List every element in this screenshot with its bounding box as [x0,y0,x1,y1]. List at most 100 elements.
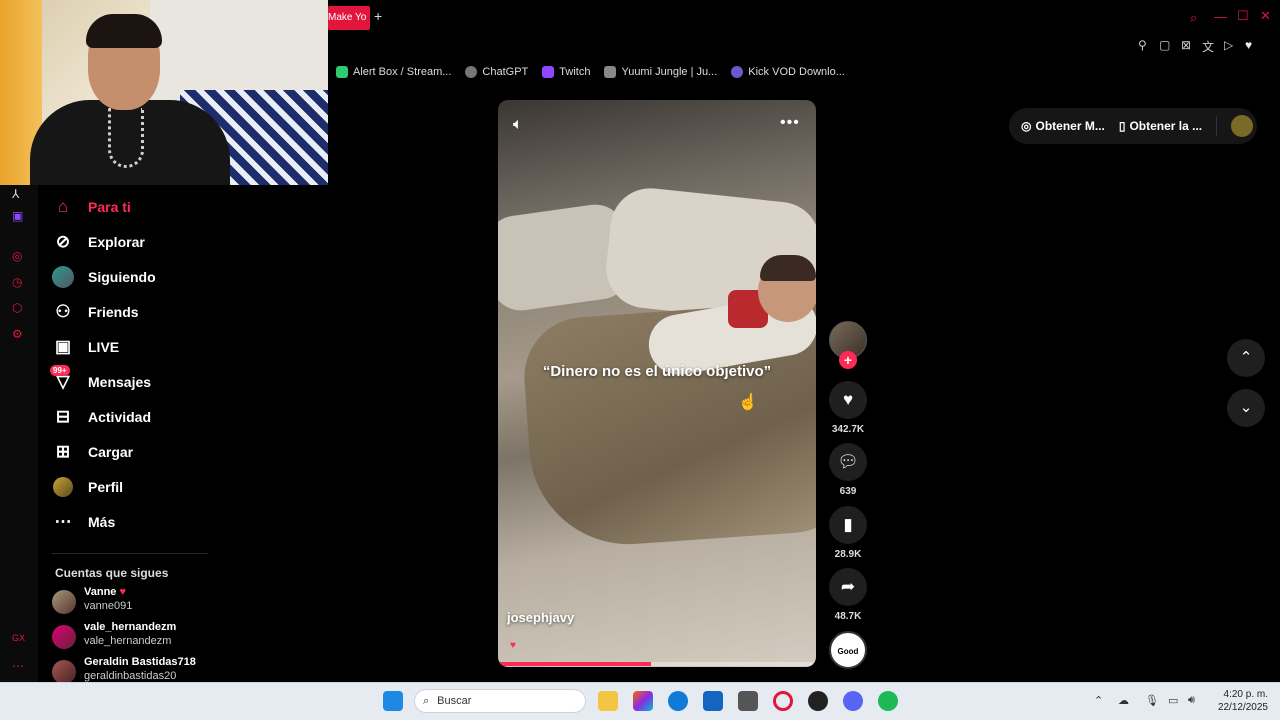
windows-start-icon[interactable] [383,691,403,711]
nav-item-mensajes[interactable]: ▽ 99+ Mensajes [50,365,151,394]
activity-icon: ⊟ [55,407,71,426]
bookmark-alert-box[interactable]: Alert Box / Stream... [336,66,451,78]
nav-item-explorar[interactable]: ⊘ Explorar [52,230,145,254]
get-app-button[interactable]: ◎ Obtener M... [1021,119,1105,133]
app-icon: ◎ [1021,119,1032,133]
video-player[interactable]: 🔈︎ ••• “Dinero no es el único objetivo” … [498,100,816,667]
alertbox-icon [336,66,348,78]
comment-icon: 💬︎ [829,443,867,481]
avatar [52,590,76,614]
taskbar-search[interactable]: ⌕ Buscar [414,689,586,713]
nav-item-siguiendo[interactable]: Siguiendo [52,265,156,289]
phone-icon: ▯ [1118,119,1126,133]
taskbar-clock[interactable]: 4:20 p. m. 22/12/2025 [1210,688,1268,714]
following-account[interactable]: vale_hernandezm vale_hernandezm [52,621,176,649]
bookmark-yuumi[interactable]: Yuumi Jungle | Ju... [604,66,717,78]
share-icon: ➦ [829,568,867,606]
avatar [52,625,76,649]
browser-title-bar [328,0,1280,36]
webcam-overlay [0,0,328,185]
record-icon[interactable]: ◎ [12,249,22,263]
display-icon[interactable]: ▭ [1168,694,1178,707]
discord-icon[interactable] [843,691,863,711]
search-icon: ⌕ [423,694,430,707]
avatar[interactable] [1231,115,1254,137]
app-icon[interactable] [808,691,828,711]
close-icon[interactable]: ✕ [1260,8,1271,24]
bookmark-twitch[interactable]: Twitch [542,66,590,78]
home-icon: ⌂ [57,197,69,216]
avatar [52,660,76,682]
following-account[interactable]: Vanne ♥ vanne091 [52,586,132,614]
browser-tab[interactable]: Make Yo [328,6,370,30]
twitch-icon[interactable]: ▣ [12,209,23,223]
comment-button[interactable]: 💬︎ 639 [829,443,867,497]
chevron-up-icon: ⌃ [1239,349,1253,366]
music-disc[interactable]: Good Vibes [829,631,867,694]
heart-icon[interactable]: ♥ [1245,38,1252,52]
chevron-down-icon: ⌄ [1239,399,1253,416]
edge-icon[interactable] [668,691,688,711]
volume-icon[interactable]: 🔈︎ [513,116,523,134]
network-icon[interactable]: ☁ [1118,694,1129,707]
opera-gx-icon[interactable] [773,691,793,711]
file-explorer-icon[interactable] [598,691,618,711]
browser-side-rail: ⅄ ▣ ◎ ◷ ⬡ ⚙ GX ⋯ [0,185,38,682]
video-progress-bar[interactable] [498,662,816,666]
comment-count: 639 [839,486,857,497]
get-desktop-app-button[interactable]: ▯ Obtener la ... [1119,119,1202,133]
pin-icon[interactable]: ⚲ [1138,38,1147,52]
heart-icon: ♥ [829,381,867,419]
maximize-icon[interactable]: ☐ [1237,8,1249,24]
hand-cursor-icon: ☝ [738,394,758,411]
minimize-icon[interactable]: — [1214,9,1227,24]
gx-icon[interactable]: GX [12,633,25,643]
friends-icon: ⚇ [55,302,71,321]
bookmark-chatgpt[interactable]: ChatGPT [465,66,528,78]
nav-item-live[interactable]: ▣ LIVE [52,335,119,359]
app-icon[interactable]: ⅄ [12,187,19,201]
like-button[interactable]: ♥ 342.7K [829,381,867,435]
mic-icon[interactable]: 🎙︎ [1145,694,1159,707]
chevron-up-icon[interactable]: ⌃ [1094,694,1103,707]
nav-item-para-ti[interactable]: ⌂ Para ti [52,195,131,219]
save-count: 28.9K [834,549,862,560]
store-icon[interactable] [703,691,723,711]
messages-icon: ▽ 99+ [50,365,74,393]
previous-video-button[interactable]: ⌃ [1227,339,1265,377]
nav-item-friends[interactable]: ⚇ Friends [52,300,138,324]
following-account[interactable]: Geraldin Bastidas718 geraldinbastidas20 [52,656,196,682]
follow-plus-icon[interactable]: + [839,351,857,369]
copilot-icon[interactable] [633,691,653,711]
nav-item-perfil[interactable]: Perfil [52,475,123,499]
heart-icon: ♥ [510,640,516,651]
extensions-icon[interactable]: ⬡ [12,301,22,315]
search-icon[interactable]: ⌕ [1190,10,1197,26]
nav-item-cargar[interactable]: ⊞ Cargar [52,440,133,464]
bookmark-kick-vod[interactable]: Kick VOD Downlo... [731,66,845,78]
save-button[interactable]: ▮ 28.9K [829,506,867,560]
translate-icon[interactable]: 文 [1202,38,1214,55]
nav-item-actividad[interactable]: ⊟ Actividad [52,405,151,429]
history-icon[interactable]: ◷ [12,275,22,289]
video-author[interactable]: josephjavy [507,610,574,625]
next-video-button[interactable]: ⌄ [1227,389,1265,427]
rail-more-icon[interactable]: ⋯ [12,659,24,673]
volume-icon[interactable]: 🔊︎ [1188,694,1195,707]
like-count: 342.7K [831,424,865,435]
shield-icon[interactable]: ⊠ [1181,38,1191,52]
nav-item-mas[interactable]: ⋯ Más [52,510,116,534]
new-tab-icon[interactable]: + [374,8,382,24]
more-options-icon[interactable]: ••• [780,114,800,132]
spotify-icon[interactable] [878,691,898,711]
share-button[interactable]: ➦ 48.7K [829,568,867,622]
play-icon[interactable]: ▷ [1224,38,1233,52]
upload-icon: ⊞ [55,442,71,461]
twitch-icon [542,66,555,78]
camera-icon[interactable] [738,691,758,711]
screenshot-icon[interactable]: ▢ [1159,38,1170,52]
messages-badge: 99+ [50,365,70,376]
bookmarks-bar: Alert Box / Stream... ChatGPT Twitch Yuu… [336,64,845,80]
following-avatar-icon [52,266,74,288]
settings-icon[interactable]: ⚙ [12,327,23,341]
